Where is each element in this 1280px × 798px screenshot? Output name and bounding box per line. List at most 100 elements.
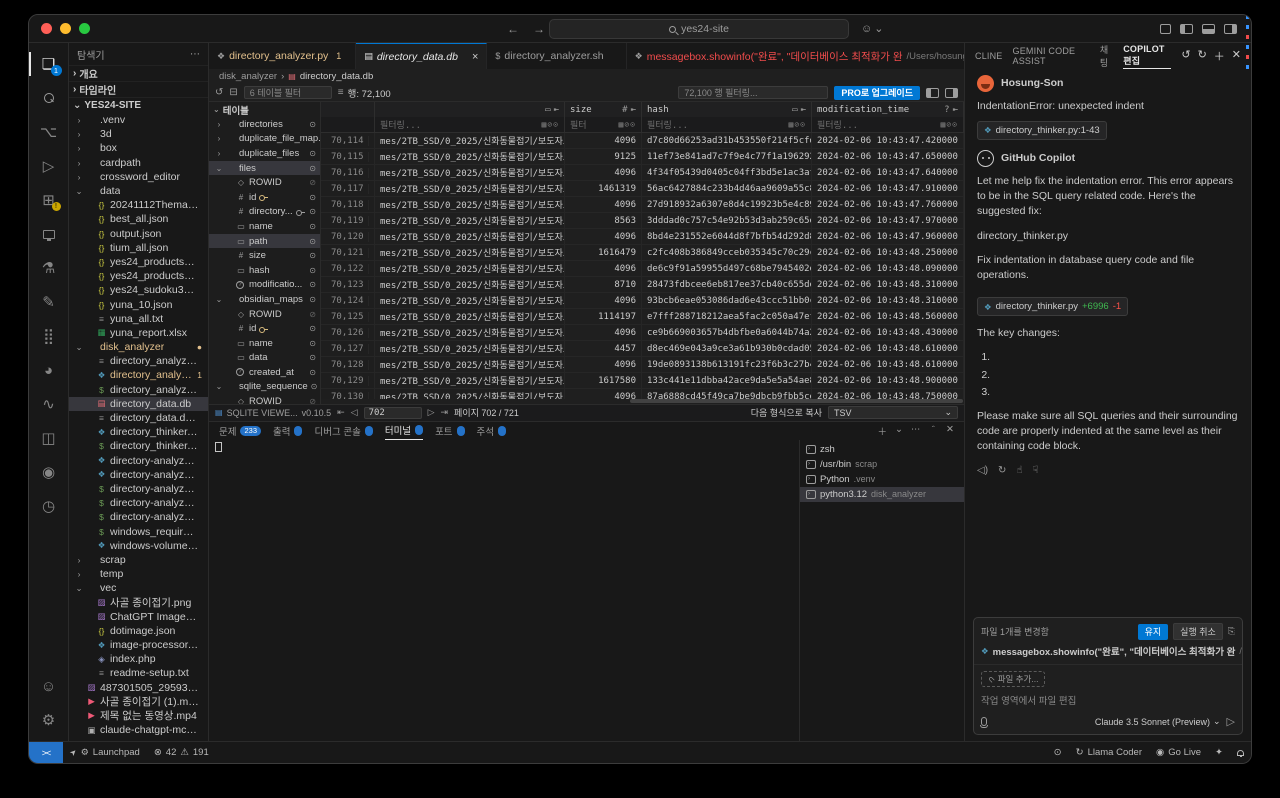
file-tree-item[interactable]: › crossword_editor: [69, 170, 208, 184]
time-cell[interactable]: 2024-02-06 10:43:48.750000: [812, 389, 964, 399]
file-tree-item[interactable]: {} yes24_products_updated.json: [69, 269, 208, 283]
secondary-tab[interactable]: CLINE: [975, 43, 1003, 69]
pro-upgrade-button[interactable]: PRO로 업그레이드: [834, 86, 920, 100]
schema-node[interactable]: # id: [209, 321, 320, 336]
hash-cell[interactable]: 93bcb6eae053086dad6e43ccc51bb0c0: [642, 293, 812, 308]
table-row[interactable]: 70,129 mes/2TB_SSD/0_2025/신화동물접기/보도자료/리소…: [321, 373, 964, 389]
path-cell[interactable]: mes/2TB_SSD/0_2025/신화동물접기/보도자료/리소...: [375, 149, 565, 164]
more-actions-icon[interactable]: ⋯: [190, 49, 200, 60]
size-cell[interactable]: 4096: [565, 325, 642, 340]
file-tree-item[interactable]: $ windows_requirements.sh: [69, 524, 208, 538]
llama-coder-item[interactable]: ↻Llama Coder: [1069, 742, 1149, 763]
terminal-dropdown-icon[interactable]: ⌄: [895, 424, 903, 438]
new-chat-icon[interactable]: ＋: [1214, 48, 1225, 64]
file-tree-item[interactable]: › cardpath: [69, 156, 208, 170]
size-cell[interactable]: 1114197: [565, 309, 642, 324]
command-center-search[interactable]: yes24-site: [549, 19, 849, 39]
hash-cell[interactable]: e7fff288718212aea5fac2c050a47ef0: [642, 309, 812, 324]
remote-indicator[interactable]: ><: [29, 742, 63, 763]
table-row[interactable]: 70,125 mes/2TB_SSD/0_2025/신화동물접기/보도자료/리소…: [321, 309, 964, 325]
pin-icon[interactable]: ⇤: [801, 105, 806, 115]
zoom-window-button[interactable]: [79, 23, 90, 34]
speaker-icon[interactable]: ◁): [977, 464, 988, 479]
breadcrumb-file[interactable]: directory_data.db: [300, 71, 373, 82]
size-cell[interactable]: 4096: [565, 133, 642, 148]
path-cell[interactable]: mes/2TB_SSD/0_2025/신화동물접기/보도자료/리소...: [375, 325, 565, 340]
page-input[interactable]: 702: [364, 407, 422, 419]
panel-tab[interactable]: 포트: [435, 422, 464, 440]
path-filter-input[interactable]: 필터링...▦⊘⊙: [375, 117, 565, 132]
undo-button[interactable]: 실행 취소: [1173, 623, 1223, 640]
visibility-icon[interactable]: [309, 339, 316, 348]
hash-cell[interactable]: 19de0893138b613191fc23f6b3c27b40: [642, 357, 812, 372]
filter-options-icons[interactable]: ▦⊘⊙: [941, 120, 958, 129]
time-cell[interactable]: 2024-02-06 10:43:48.310000: [812, 293, 964, 308]
file-tree-item[interactable]: ❖ directory-analyzer_a.py: [69, 468, 208, 482]
time-cell[interactable]: 2024-02-06 10:43:48.090000: [812, 261, 964, 276]
copilot-status-icon[interactable]: ⊙: [1047, 742, 1069, 763]
file-tree-item[interactable]: {} yes24_sudoku365.json: [69, 283, 208, 297]
breadcrumb-folder[interactable]: disk_analyzer: [219, 71, 277, 82]
file-tree-item[interactable]: ≡ readme-setup.txt: [69, 666, 208, 680]
toggle-panel-icon[interactable]: [1202, 24, 1215, 34]
editor-tab[interactable]: ▤ directory_data.db ×: [356, 43, 487, 69]
thumbs-up-icon[interactable]: ☝: [1016, 464, 1022, 479]
traffic-lights[interactable]: [41, 23, 90, 34]
file-tree-item[interactable]: ❖ image-processor.py: [69, 638, 208, 652]
file-tree-item[interactable]: ⌄ data: [69, 184, 208, 198]
source-control-icon[interactable]: ⌥: [29, 115, 69, 149]
docker-icon[interactable]: ◫: [29, 421, 69, 455]
panel-more-icon[interactable]: ⋯: [911, 424, 921, 438]
thumbs-down-icon[interactable]: ☟: [1033, 464, 1039, 479]
hash-cell[interactable]: c2fc408b386849cceb035345c70c29c3: [642, 245, 812, 260]
schema-node[interactable]: ⌄ obsidian_maps: [209, 292, 320, 307]
file-tree-item[interactable]: ≡ directory_data.db-journal: [69, 411, 208, 425]
pin-icon[interactable]: ⇤: [953, 105, 958, 115]
hash-cell[interactable]: 3dddad0c757c54e92b53d3ab259c65e9: [642, 213, 812, 228]
panel-maximize-icon[interactable]: ＾: [929, 424, 939, 438]
time-cell[interactable]: 2024-02-06 10:43:48.310000: [812, 277, 964, 292]
tables-header[interactable]: ⌄테이블: [209, 102, 320, 117]
time-cell[interactable]: 2024-02-06 10:43:47.420000: [812, 133, 964, 148]
first-page-icon[interactable]: ⇤: [337, 407, 345, 418]
path-cell[interactable]: mes/2TB_SSD/0_2025/신화동물접기/보도자료/리소...: [375, 197, 565, 212]
path-cell[interactable]: mes/2TB_SSD/0_2025/신화동물접기/보도자료/리소...: [375, 389, 565, 399]
schema-node[interactable]: # size: [209, 248, 320, 263]
time-cell[interactable]: 2024-02-06 10:43:47.910000: [812, 181, 964, 196]
file-tree-item[interactable]: {} yes24_products_limited.json: [69, 255, 208, 269]
path-column-header[interactable]: ▭⇤: [375, 102, 565, 117]
terminal-session[interactable]: › Python .venv: [800, 472, 964, 487]
file-tree-item[interactable]: {} best_all.json: [69, 212, 208, 226]
path-cell[interactable]: mes/2TB_SSD/0_2025/신화동물접기/보도자료/리소...: [375, 309, 565, 324]
horizontal-scrollbar[interactable]: [321, 399, 964, 404]
schema-node[interactable]: ? modificatio...: [209, 278, 320, 293]
hash-cell[interactable]: 28473fdbcee6eb817ee37cb40c655deb: [642, 277, 812, 292]
file-tree-item[interactable]: ▨ 사골 종이접기.png: [69, 595, 208, 609]
schema-node[interactable]: › directories: [209, 117, 320, 132]
file-tree-item[interactable]: $ directory-analyzer-usage-d3...: [69, 496, 208, 510]
secondary-tab[interactable]: GEMINI CODE ASSIST: [1013, 43, 1090, 69]
settings-gear-icon[interactable]: ⚙: [29, 703, 69, 737]
path-cell[interactable]: mes/2TB_SSD/0_2025/신화동물접기/보도자료/리소...: [375, 341, 565, 356]
secondary-tab[interactable]: COPILOT 편집: [1123, 43, 1171, 69]
file-tree-item[interactable]: ▤ directory_data.db: [69, 397, 208, 411]
visibility-icon[interactable]: [309, 222, 316, 231]
hash-cell[interactable]: de6c9f91a59955d497c68be7945402ee: [642, 261, 812, 276]
panel-tab[interactable]: 터미널: [385, 422, 423, 440]
size-cell[interactable]: 4096: [565, 261, 642, 276]
filter-options-icons[interactable]: ▦⊘⊙: [542, 120, 559, 129]
file-tree-item[interactable]: {} tium_all.json: [69, 241, 208, 255]
python-extension-icon[interactable]: ∿: [29, 387, 69, 421]
path-cell[interactable]: mes/2TB_SSD/0_2025/신화동물접기/보도자료/리소...: [375, 165, 565, 180]
visibility-icon[interactable]: [309, 397, 316, 403]
nav-back-icon[interactable]: ←: [507, 22, 519, 36]
visibility-icon[interactable]: [309, 164, 316, 173]
hash-cell[interactable]: 11ef73e841ad7c7f9e4c77f1a196292b: [642, 149, 812, 164]
go-live-item[interactable]: ◉Go Live: [1149, 742, 1208, 763]
size-cell[interactable]: 1461319: [565, 181, 642, 196]
workspace-root[interactable]: ⌄YES24-SITE: [69, 97, 208, 113]
size-cell[interactable]: 4096: [565, 197, 642, 212]
outline-section[interactable]: ›개요: [69, 65, 208, 81]
visibility-icon[interactable]: [309, 207, 316, 216]
size-cell[interactable]: 4096: [565, 165, 642, 180]
